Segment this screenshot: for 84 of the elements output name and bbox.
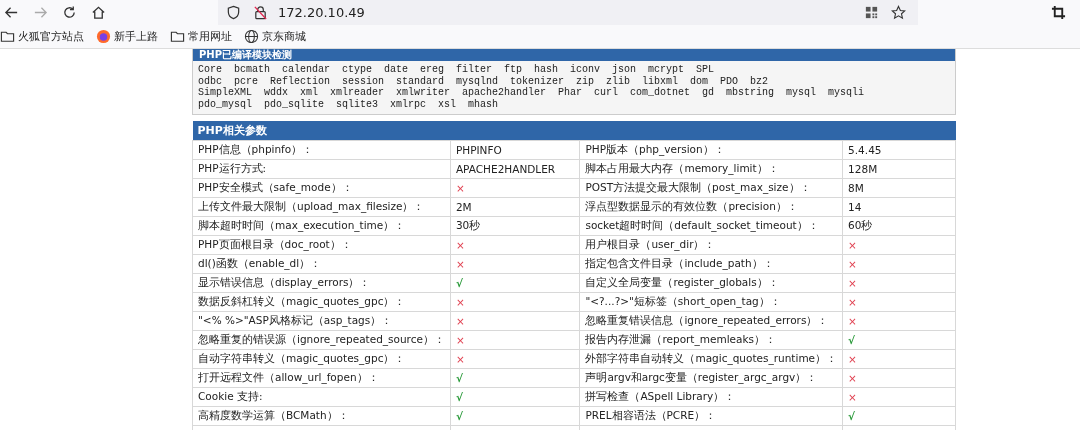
table-cell: √ [450, 273, 580, 293]
lock-icon[interactable] [253, 5, 268, 20]
table-cell: 30秒 [450, 216, 580, 236]
module-list-line: Core bcmath calendar ctype date ereg filter ftp hash iconv json mcrypt SPL [198, 64, 716, 76]
reload-icon[interactable] [62, 5, 77, 20]
section-header: PHP已编译模块检测 [193, 49, 955, 61]
table-cell: × [450, 235, 580, 255]
table-cell: 用户根目录（user_dir）： [579, 235, 843, 255]
table-cell: × [450, 330, 580, 350]
table-cell: 忽略重复错误信息（ignore_repeated_errors）： [579, 311, 843, 331]
bookmark-link[interactable]: 常用网址 [188, 29, 232, 44]
table-cell: 浮点型数据显示的有效位数（precision）： [579, 197, 843, 217]
table-cell: dl()函数（enable_dl）： [192, 254, 451, 274]
table-cell: √ [842, 330, 956, 350]
table-cell: √ [842, 406, 956, 426]
table-cell: × [450, 311, 580, 331]
table-cell: 报告内存泄漏（report_memleaks）： [579, 330, 843, 350]
url-text: 172.20.10.49 [278, 5, 365, 20]
table-cell: 60秒 [842, 216, 956, 236]
bookmark-link[interactable]: 新手上路 [114, 29, 158, 44]
table-cell: 14 [842, 197, 956, 217]
table-cell: 8M [842, 178, 956, 198]
table-cell: Cookie 支持: [192, 387, 451, 407]
module-list-line: odbc pcre Reflection session standard mysqlnd tokenizer zip zlib libxml dom PDO bz2 [198, 75, 770, 87]
globe-icon [244, 29, 259, 44]
table-cell: × [842, 273, 956, 293]
table-cell: 5.4.45 [842, 140, 956, 160]
folder-icon [0, 29, 15, 44]
table-cell: 高精度数学运算（BCMath）： [192, 406, 451, 426]
table-cell: 2M [450, 197, 580, 217]
table-cell: 自动字符串转义（magic_quotes_gpc）： [192, 349, 451, 369]
table-cell: 外部字符串自动转义（magic_quotes_runtime）： [579, 349, 843, 369]
table-cell: × [842, 387, 956, 407]
table-cell: 128M [842, 159, 956, 179]
table-cell: 自定义全局变量（register_globals）： [579, 273, 843, 293]
table-cell: "<?...?>"短标签（short_open_tag）： [579, 292, 843, 312]
home-icon[interactable] [91, 5, 106, 20]
table-cell: "<% %>"ASP风格标记（asp_tags）： [192, 311, 451, 331]
table-cell: 指定包含文件目录（include_path）： [579, 254, 843, 274]
star-icon[interactable] [891, 5, 906, 20]
table-cell: 上传文件最大限制（upload_max_filesize）： [192, 197, 451, 217]
table-cell: × [450, 349, 580, 369]
table-cell: √ [450, 406, 580, 426]
section-header: PHP相关参数 [192, 121, 956, 141]
table-cell: POST方法提交最大限制（post_max_size）： [579, 178, 843, 198]
table-cell: socket超时时间（default_socket_timeout）： [579, 216, 843, 236]
table-cell: × [450, 178, 580, 198]
table-cell: PHP页面根目录（doc_root）： [192, 235, 451, 255]
table-cell: APACHE2HANDLER [450, 159, 580, 179]
table-cell: × [842, 235, 956, 255]
table-cell: 声明argv和argc变量（register_argc_argv）： [579, 368, 843, 388]
module-list-line: SimpleXML wddx xml xmlreader xmlwriter apache2handler Phar curl com_dotnet gd mbstring mysql mysqli [198, 87, 866, 99]
table-cell: 打开远程文件（allow_url_fopen）： [192, 368, 451, 388]
table-cell: × [450, 292, 580, 312]
table-cell: 数据反斜杠转义（magic_quotes_gpc）： [192, 292, 451, 312]
table-cell: 脚本占用最大内存（memory_limit）： [579, 159, 843, 179]
folder-icon [170, 29, 185, 44]
table-cell: PREL相容语法（PCRE）： [579, 406, 843, 426]
back-icon[interactable] [4, 5, 19, 20]
module-list-line: pdo_mysql pdo_sqlite sqlite3 xmlrpc xsl mhash [198, 98, 500, 110]
table-cell: × [842, 349, 956, 369]
bookmark-link[interactable]: 京东商城 [262, 29, 306, 44]
shield-icon[interactable] [226, 5, 241, 20]
address-bar[interactable]: 172.20.10.49 [218, 0, 918, 25]
table-cell: PHPINFO [450, 140, 580, 160]
table-cell: × [450, 254, 580, 274]
browser-logo-icon [96, 29, 111, 44]
table-cell: × [842, 254, 956, 274]
crop-icon[interactable] [1051, 5, 1066, 20]
table-cell: 拼写检查（ASpell Library）： [579, 387, 843, 407]
bookmark-link[interactable]: 火狐官方站点 [18, 29, 84, 44]
table-cell: 忽略重复的错误源（ignore_repeated_source）： [192, 330, 451, 350]
table-cell: PHP运行方式: [192, 159, 451, 179]
table-cell: × [842, 368, 956, 388]
table-cell: PHP版本（php_version）： [579, 140, 843, 160]
table-cell: 显示错误信息（display_errors）： [192, 273, 451, 293]
table-cell: × [842, 292, 956, 312]
qr-code-icon[interactable] [864, 5, 879, 20]
table-cell: PHP安全模式（safe_mode）： [192, 178, 451, 198]
table-cell: PHP信息（phpinfo）： [192, 140, 451, 160]
table-cell: × [842, 311, 956, 331]
table-cell: √ [450, 368, 580, 388]
table-cell: 脚本超时时间（max_execution_time）： [192, 216, 451, 236]
table-cell: √ [450, 387, 580, 407]
